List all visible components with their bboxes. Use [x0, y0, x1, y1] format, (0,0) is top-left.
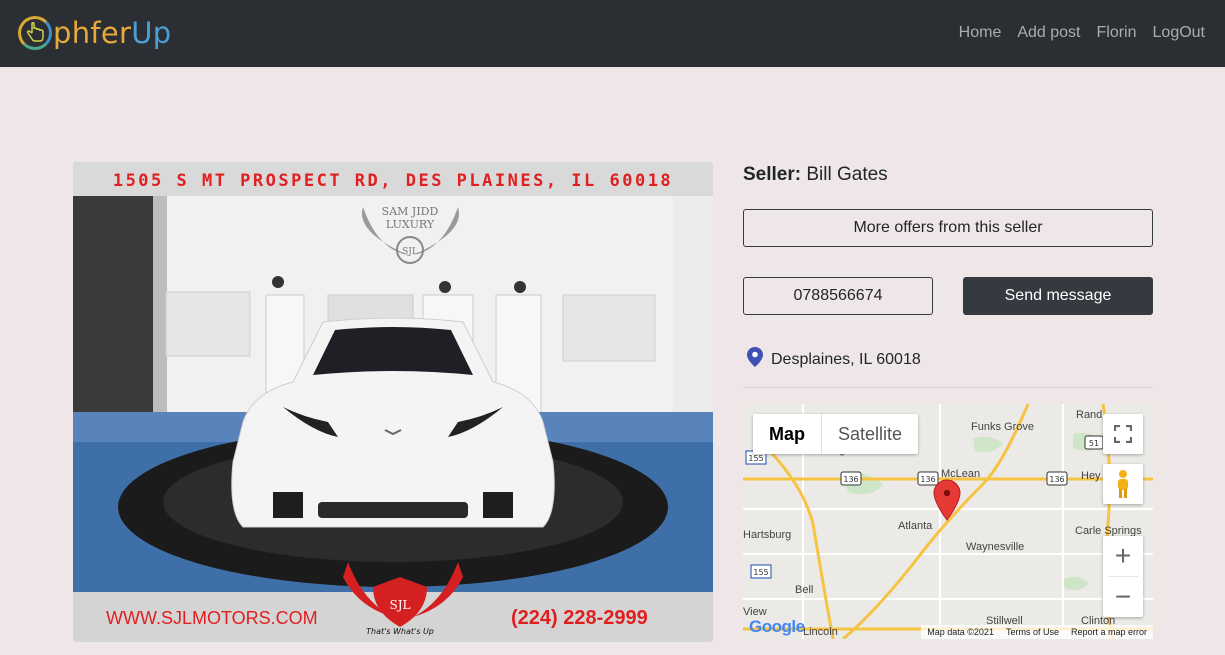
map-label-atlanta: Atlanta: [898, 520, 933, 532]
nav-add-post[interactable]: Add post: [1017, 24, 1080, 42]
nav-logout[interactable]: LogOut: [1153, 24, 1205, 42]
road-shield-136-b: 136: [920, 475, 935, 484]
send-message-button[interactable]: Send message: [963, 277, 1153, 315]
google-logo-text: Google: [749, 617, 805, 636]
listing-photo[interactable]: 1505 S MT PROSPECT RD, DES PLAINES, IL 6…: [73, 162, 713, 642]
location-text: Desplaines, IL 60018: [771, 350, 921, 368]
map-label-mclean: McLean: [941, 468, 981, 480]
map-label-funks-grove: Funks Grove: [971, 421, 1034, 433]
navbar: phferUp Home Add post Florin LogOut: [0, 0, 1225, 67]
wall-sign-line1: SAM JIDD: [382, 205, 439, 218]
map-label-rand: Rand: [1076, 409, 1103, 421]
road-shield-136-a: 136: [843, 475, 858, 484]
phone-number-button[interactable]: 0788566674: [743, 277, 933, 315]
map-type-toggle: Map Satellite: [753, 414, 919, 454]
map-pin-icon: [747, 347, 763, 372]
map-label-bell: Bell: [795, 584, 814, 596]
brand-name-prefix: phfer: [53, 16, 132, 50]
nav-home[interactable]: Home: [959, 24, 1002, 42]
brand-logo[interactable]: phferUp: [18, 12, 172, 54]
road-shield-155-b: 155: [753, 568, 768, 577]
zoom-controls: + −: [1103, 536, 1143, 617]
logo-monogram: SJL: [390, 598, 411, 612]
road-shield-51: 51: [1089, 439, 1099, 448]
map-label-hey: Hey: [1081, 470, 1101, 482]
map-label-hartsburg: Hartsburg: [743, 529, 792, 541]
more-offers-button[interactable]: More offers from this seller: [743, 209, 1153, 247]
brand-name: phferUp: [53, 16, 172, 50]
google-map[interactable]: 155 136 136 136 51 155 Rand Funks Grove …: [743, 404, 1153, 639]
zoom-out-icon[interactable]: −: [1103, 577, 1143, 617]
wall-sign-line2: LUXURY: [386, 218, 435, 231]
road-shield-136-c: 136: [1049, 475, 1064, 484]
map-terms-link[interactable]: Terms of Use: [1006, 627, 1059, 637]
nav-user-profile[interactable]: Florin: [1097, 24, 1137, 42]
map-report-error-link[interactable]: Report a map error: [1071, 627, 1147, 637]
seller-location: Desplaines, IL 60018: [747, 347, 921, 372]
zoom-in-icon[interactable]: +: [1103, 536, 1143, 576]
divider: [743, 387, 1153, 388]
brand-name-suffix: Up: [131, 16, 172, 50]
google-logo[interactable]: Google: [749, 617, 805, 637]
map-footer: Map data ©2021 Terms of Use Report a map…: [921, 625, 1153, 639]
hand-pointer-icon: [18, 16, 52, 50]
seller-name: Bill Gates: [806, 164, 888, 185]
road-shield-155: 155: [748, 454, 763, 463]
fullscreen-icon[interactable]: [1103, 414, 1143, 454]
logo-tagline: That's What's Up: [366, 627, 434, 636]
banner-website: WWW.SJLMOTORS.COM: [106, 608, 318, 628]
map-type-satellite[interactable]: Satellite: [821, 414, 918, 454]
banner-phone: (224) 228-2999: [511, 607, 648, 629]
map-data-attribution: Map data ©2021: [927, 627, 994, 637]
banner-address: 1505 S MT PROSPECT RD, DES PLAINES, IL 6…: [113, 171, 673, 191]
seller-info: Seller: Bill Gates: [743, 164, 888, 186]
wall-sign-monogram: SJL: [402, 247, 418, 257]
seller-label: Seller:: [743, 164, 802, 185]
street-view-pegman-icon[interactable]: [1103, 464, 1143, 504]
map-type-map[interactable]: Map: [753, 414, 821, 454]
map-label-lincoln: Lincoln: [803, 626, 838, 638]
nav-links: Home Add post Florin LogOut: [959, 24, 1205, 42]
map-label-waynesville: Waynesville: [966, 541, 1025, 553]
